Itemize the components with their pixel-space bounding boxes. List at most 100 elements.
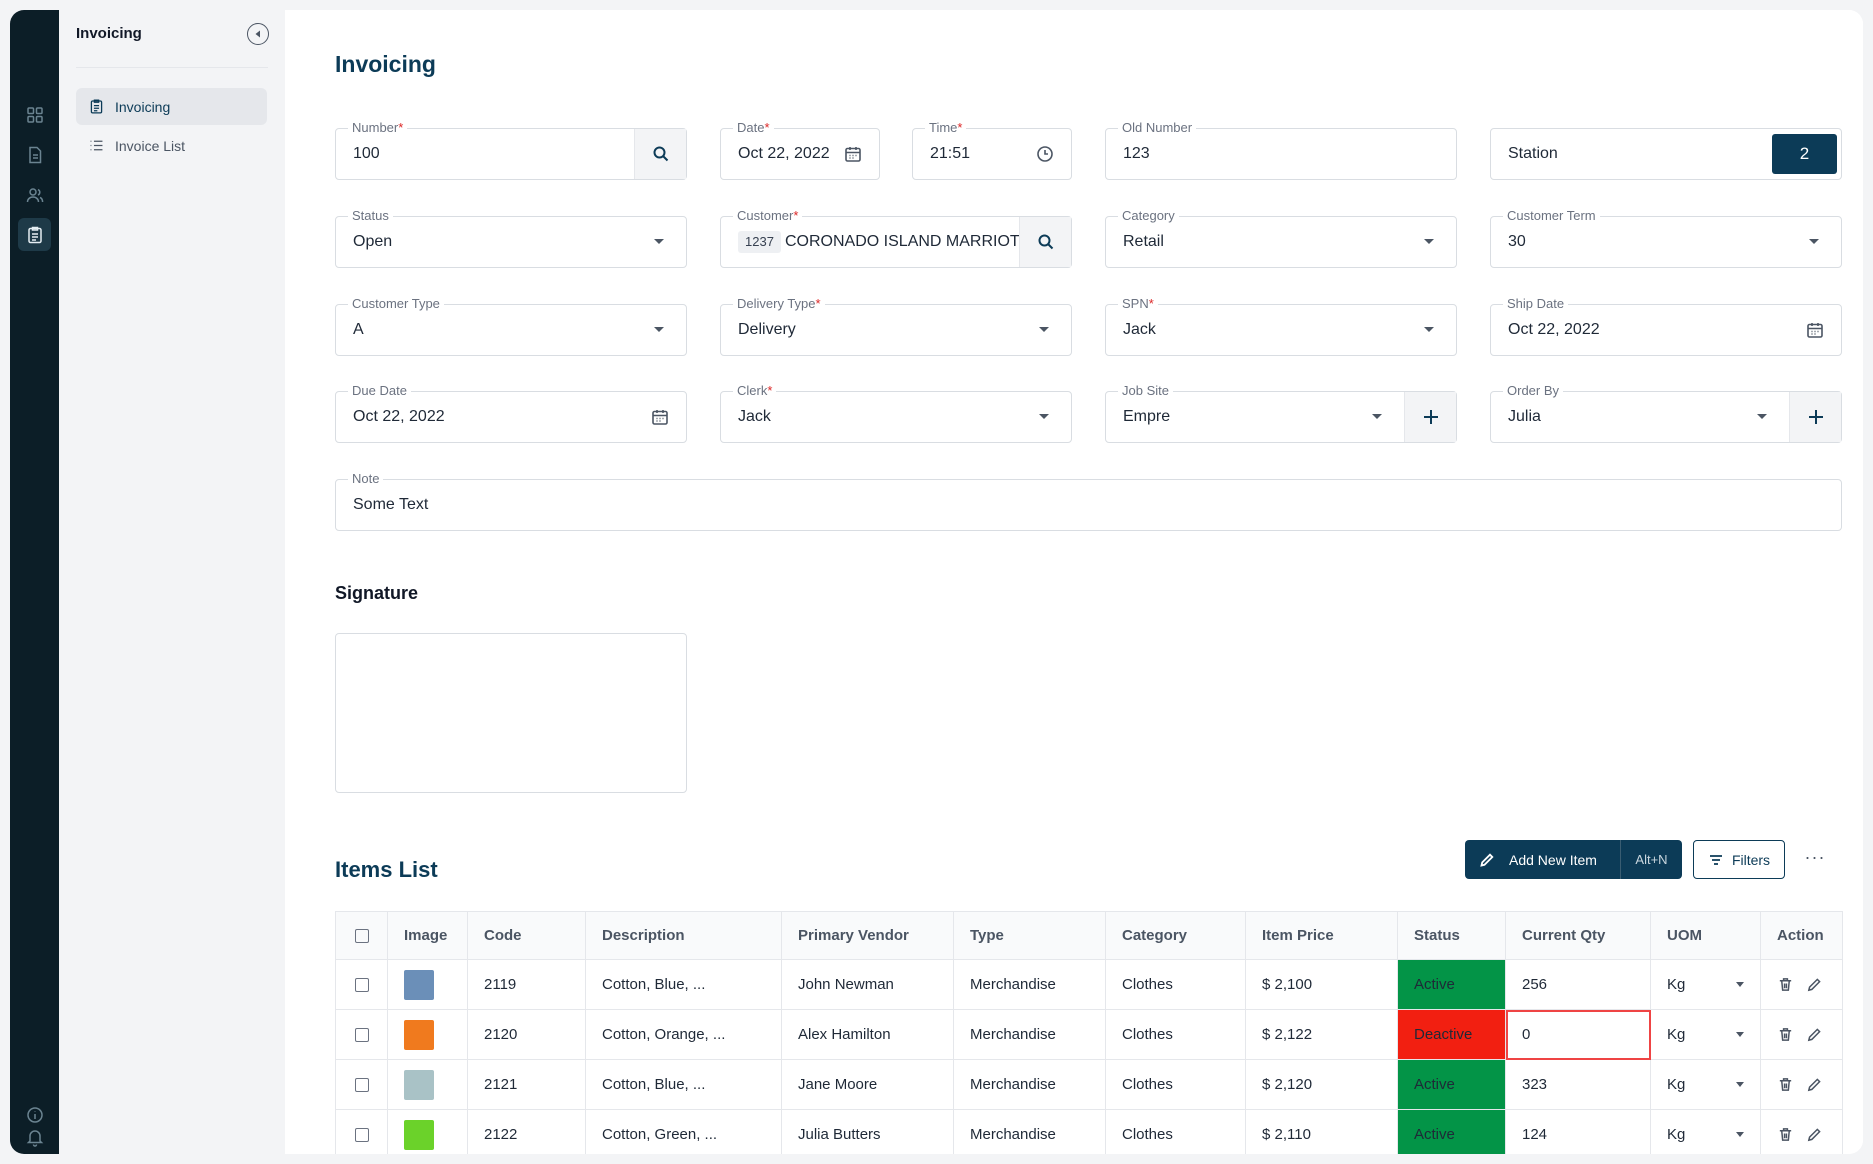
chevron-down-icon xyxy=(1039,327,1049,332)
item-thumbnail[interactable] xyxy=(404,1069,434,1100)
calendar-icon[interactable] xyxy=(843,144,863,164)
spn-select[interactable]: SPN* Jack xyxy=(1105,296,1457,356)
uom-select[interactable]: Kg xyxy=(1650,959,1761,1010)
chevron-down-icon xyxy=(1736,1082,1744,1087)
status-badge: Deactive xyxy=(1397,1009,1506,1060)
customer-search-button[interactable] xyxy=(1019,217,1071,267)
more-options-button[interactable]: ··· xyxy=(1800,848,1830,872)
calendar-icon[interactable] xyxy=(1805,320,1825,340)
bell-icon[interactable] xyxy=(18,1120,51,1153)
edit-pencil-icon[interactable] xyxy=(1806,976,1823,993)
edit-pencil-icon[interactable] xyxy=(1806,1026,1823,1043)
note-field[interactable]: Note Some Text xyxy=(335,471,1842,531)
current-qty-cell[interactable]: 256 xyxy=(1505,959,1651,1010)
chevron-down-icon xyxy=(1757,414,1767,419)
description-cell: Cotton, Blue, ... xyxy=(585,959,782,1010)
column-header[interactable]: Type xyxy=(953,911,1106,960)
customer-term-select[interactable]: Customer Term 30 xyxy=(1490,208,1842,268)
column-header[interactable]: Status xyxy=(1397,911,1506,960)
signature-pad[interactable] xyxy=(335,633,687,793)
filters-button[interactable]: Filters xyxy=(1693,840,1785,879)
sidebar-item-invoicing[interactable]: Invoicing xyxy=(76,88,267,125)
code-cell: 2119 xyxy=(467,959,586,1010)
time-field[interactable]: Time* 21:51 xyxy=(912,120,1072,180)
date-field[interactable]: Date* Oct 22, 2022 xyxy=(720,120,880,180)
item-thumbnail[interactable] xyxy=(404,969,434,1000)
column-header[interactable]: UOM xyxy=(1650,911,1761,960)
column-header[interactable]: Primary Vendor xyxy=(781,911,954,960)
row-checkbox[interactable] xyxy=(354,1028,369,1043)
ship-date-field[interactable]: Ship Date Oct 22, 2022 xyxy=(1490,296,1842,356)
status-badge: Active xyxy=(1397,1109,1506,1154)
current-qty-cell[interactable]: 124 xyxy=(1505,1109,1651,1154)
row-checkbox[interactable] xyxy=(354,1078,369,1093)
column-header[interactable]: Image xyxy=(387,911,468,960)
uom-select[interactable]: Kg xyxy=(1650,1059,1761,1110)
job-site-select[interactable]: Job Site Empre xyxy=(1105,383,1457,443)
users-icon[interactable] xyxy=(18,178,51,211)
row-checkbox[interactable] xyxy=(354,978,369,993)
trash-icon[interactable] xyxy=(1777,1126,1794,1143)
old-number-value: 123 xyxy=(1123,145,1150,162)
table-row[interactable]: 2122 Cotton, Green, ... Julia Butters Merch… xyxy=(335,1109,1843,1154)
table-row[interactable]: 2120 Cotton, Orange, ... Alex Hamilton Merc… xyxy=(335,1009,1843,1060)
app-window: Invoicing Invoicing Invoice List Invoici… xyxy=(10,10,1863,1154)
spn-label: SPN xyxy=(1122,296,1149,311)
current-qty-cell[interactable]: 323 xyxy=(1505,1059,1651,1110)
clerk-select[interactable]: Clerk* Jack xyxy=(720,383,1072,443)
trash-icon[interactable] xyxy=(1777,1076,1794,1093)
customer-field[interactable]: Customer* 1237 CORONADO ISLAND MARRIOTT xyxy=(720,208,1072,268)
station-badge[interactable]: 2 xyxy=(1772,134,1837,174)
clerk-label: Clerk xyxy=(737,383,768,398)
item-thumbnail[interactable] xyxy=(404,1019,434,1050)
column-header[interactable]: Description xyxy=(585,911,782,960)
column-header[interactable]: Code xyxy=(467,911,586,960)
number-field[interactable]: Number* 100 xyxy=(335,120,687,180)
old-number-label: Old Number xyxy=(1118,120,1197,136)
image-cell xyxy=(387,959,468,1010)
status-value: Open xyxy=(353,233,393,250)
column-header[interactable]: Current Qty xyxy=(1505,911,1651,960)
sidebar-item-invoice-list[interactable]: Invoice List xyxy=(76,127,267,164)
plus-icon xyxy=(1808,410,1823,424)
uom-select[interactable]: Kg xyxy=(1650,1109,1761,1154)
add-new-item-button[interactable]: Add New Item Alt+N xyxy=(1465,840,1682,879)
add-job-site-button[interactable] xyxy=(1404,392,1456,442)
table-row[interactable]: 2121 Cotton, Blue, ... Jane Moore Merchandi… xyxy=(335,1059,1843,1110)
column-header: Action xyxy=(1760,911,1843,960)
job-site-value: Empre xyxy=(1123,408,1171,425)
status-select[interactable]: Status Open xyxy=(335,208,687,268)
dashboard-grid-icon[interactable] xyxy=(18,98,51,131)
document-icon[interactable] xyxy=(18,138,51,171)
column-header[interactable]: Category xyxy=(1105,911,1246,960)
trash-icon[interactable] xyxy=(1777,1026,1794,1043)
current-qty-cell[interactable]: 0 xyxy=(1505,1009,1651,1060)
select-all-checkbox[interactable] xyxy=(354,929,369,944)
chevron-down-icon xyxy=(654,239,664,244)
trash-icon[interactable] xyxy=(1777,976,1794,993)
number-label: Number xyxy=(352,120,399,135)
image-cell xyxy=(387,1109,468,1154)
customer-type-select[interactable]: Customer Type A xyxy=(335,296,687,356)
old-number-field[interactable]: Old Number 123 xyxy=(1105,120,1457,180)
table-row[interactable]: 2119 Cotton, Blue, ... John Newman Merchand… xyxy=(335,959,1843,1010)
edit-pencil-icon[interactable] xyxy=(1806,1126,1823,1143)
add-order-by-button[interactable] xyxy=(1789,392,1841,442)
collapse-sidebar-icon[interactable] xyxy=(247,23,269,45)
edit-pencil-icon[interactable] xyxy=(1806,1076,1823,1093)
delivery-type-select[interactable]: Delivery Type* Delivery xyxy=(720,296,1072,356)
order-by-select[interactable]: Order By Julia xyxy=(1490,383,1842,443)
uom-select[interactable]: Kg xyxy=(1650,1009,1761,1060)
row-checkbox[interactable] xyxy=(354,1128,369,1143)
calendar-icon[interactable] xyxy=(650,407,670,427)
number-search-button[interactable] xyxy=(634,129,686,179)
chevron-down-icon xyxy=(654,327,664,332)
column-header[interactable]: Item Price xyxy=(1245,911,1398,960)
clock-icon[interactable] xyxy=(1035,144,1055,164)
due-date-field[interactable]: Due Date Oct 22, 2022 xyxy=(335,383,687,443)
station-field[interactable]: Station 2 xyxy=(1490,128,1842,180)
item-thumbnail[interactable] xyxy=(404,1119,434,1150)
invoice-clipboard-icon[interactable] xyxy=(18,218,51,251)
customer-label: Customer xyxy=(737,208,794,223)
category-select[interactable]: Category Retail xyxy=(1105,208,1457,268)
